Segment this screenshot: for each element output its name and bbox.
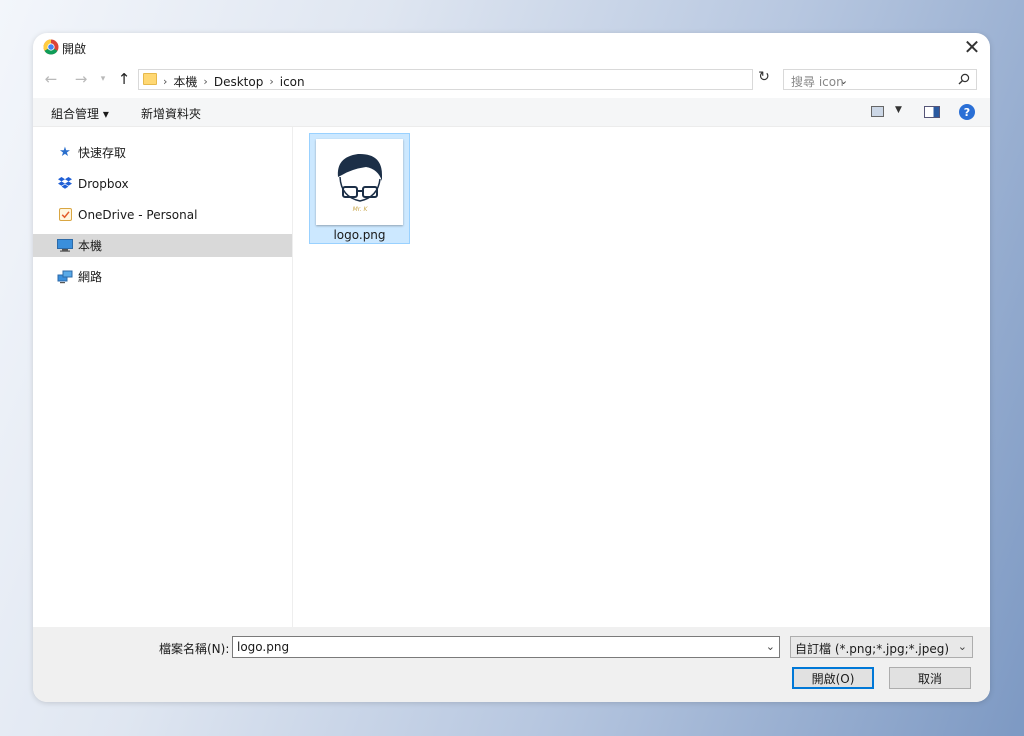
breadcrumb-separator: ›: [269, 75, 274, 88]
sidebar-item-onedrive[interactable]: OneDrive - Personal: [33, 203, 292, 226]
thumbnail-text: Mr. K: [353, 206, 369, 213]
sidebar-item-this-pc[interactable]: 本機: [33, 234, 292, 257]
forward-arrow-icon[interactable]: →: [73, 70, 89, 88]
computer-icon: [57, 239, 73, 253]
close-button[interactable]: ✕: [954, 33, 990, 61]
chevron-down-icon[interactable]: ⌄: [766, 640, 775, 653]
help-icon[interactable]: ?: [959, 104, 975, 120]
folder-icon: [143, 73, 157, 85]
filename-input[interactable]: logo.png ⌄: [232, 636, 780, 658]
search-placeholder: 搜尋 icon: [791, 75, 844, 89]
cancel-button[interactable]: 取消: [889, 667, 971, 689]
breadcrumb-item-desktop[interactable]: Desktop: [214, 75, 264, 89]
window-title: 開啟: [62, 42, 87, 56]
title-bar: 開啟 ✕: [33, 33, 990, 61]
sidebar-item-dropbox[interactable]: Dropbox: [33, 172, 292, 195]
back-arrow-icon[interactable]: ←: [43, 70, 59, 88]
navigation-pane: ★ 快速存取 Dropbox OneDrive - Personal 本機 網路: [33, 127, 293, 627]
file-name: logo.png: [333, 228, 386, 242]
sidebar-item-label: 本機: [78, 239, 103, 253]
file-type-select[interactable]: 自訂檔 (*.png;*.jpg;*.jpeg) ⌄: [790, 636, 973, 658]
preview-pane-icon[interactable]: [924, 106, 940, 118]
breadcrumb-item-this-pc[interactable]: 本機: [173, 73, 197, 90]
up-arrow-icon[interactable]: ↑: [116, 70, 132, 88]
breadcrumb-separator: ›: [203, 75, 208, 88]
filename-value: logo.png: [237, 640, 290, 654]
command-toolbar: 組合管理 ▾ 新增資料夾 ▼ ?: [33, 98, 990, 127]
network-icon: [57, 270, 73, 284]
file-type-value: 自訂檔 (*.png;*.jpg;*.jpeg): [795, 642, 950, 656]
onedrive-icon: [57, 208, 73, 222]
close-icon: ✕: [963, 35, 981, 59]
image-thumbnail: Mr. K: [316, 139, 403, 225]
cancel-button-label: 取消: [917, 671, 942, 686]
filename-label: 檔案名稱(N):: [159, 642, 230, 656]
chrome-icon: [43, 39, 59, 55]
breadcrumb-separator: ›: [163, 75, 168, 88]
search-input[interactable]: 搜尋 icon: [783, 69, 977, 90]
file-item[interactable]: Mr. K logo.png: [309, 133, 410, 244]
open-button-label: 開啟(O): [811, 671, 855, 686]
chevron-down-icon[interactable]: ▼: [895, 105, 902, 115]
sidebar-item-label: OneDrive - Personal: [78, 207, 198, 222]
sidebar-item-quick-access[interactable]: ★ 快速存取: [33, 141, 292, 164]
sidebar-item-label: 網路: [78, 270, 103, 284]
dropbox-icon: [57, 177, 73, 191]
view-options-icon[interactable]: [871, 106, 884, 117]
dialog-footer: 檔案名稱(N): logo.png ⌄ 自訂檔 (*.png;*.jpg;*.j…: [33, 627, 990, 702]
address-bar[interactable]: › 本機 › Desktop › icon ⌄: [138, 69, 848, 90]
breadcrumb: › 本機 › Desktop › icon: [163, 73, 305, 90]
sidebar-item-label: Dropbox: [78, 176, 129, 191]
organize-button[interactable]: 組合管理 ▾: [51, 105, 109, 122]
navigation-bar: ← → ▾ ↑ › 本機 › Desktop › icon ⌄ ↻ 搜尋 ico…: [33, 66, 990, 92]
star-icon: ★: [59, 145, 71, 160]
open-button[interactable]: 開啟(O): [792, 667, 874, 689]
new-folder-button[interactable]: 新增資料夾: [141, 105, 201, 122]
chevron-down-icon: ⌄: [957, 640, 967, 653]
search-icon: [958, 73, 970, 88]
open-file-dialog: 開啟 ✕ ← → ▾ ↑ › 本機 › Desktop › icon ⌄ ↻ 搜…: [33, 33, 990, 702]
sidebar-item-network[interactable]: 網路: [33, 265, 292, 288]
sidebar-item-label: 快速存取: [78, 146, 127, 160]
refresh-icon[interactable]: ↻: [754, 69, 774, 90]
breadcrumb-item-icon[interactable]: icon: [280, 75, 305, 89]
file-list: Mr. K logo.png: [294, 127, 990, 627]
recent-locations-dropdown-icon[interactable]: ▾: [95, 74, 111, 84]
